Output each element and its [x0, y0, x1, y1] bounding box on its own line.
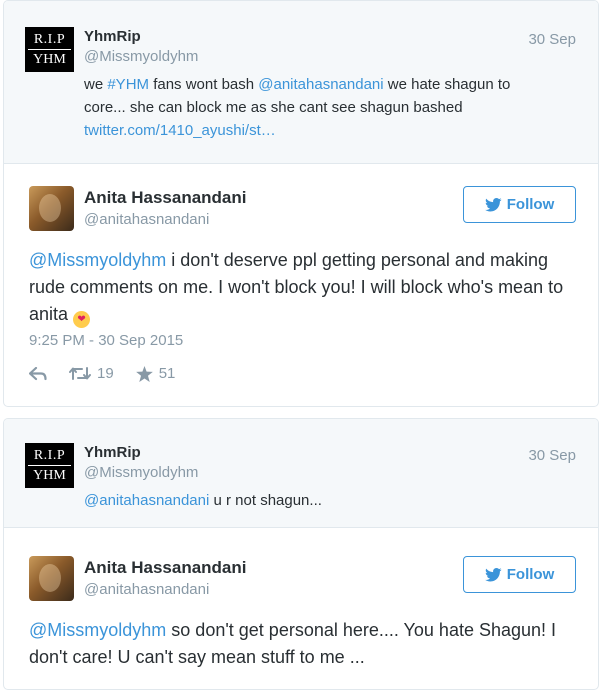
twitter-bird-icon	[484, 197, 502, 211]
avatar[interactable]	[29, 186, 74, 231]
parent-tweet: R.I.P YHM YhmRip @Missmyoldyhm 30 Sep we…	[4, 1, 598, 164]
embedded-tweet-card-1: R.I.P YHM YhmRip @Missmyoldyhm 30 Sep we…	[3, 0, 599, 407]
reply-button[interactable]	[29, 366, 47, 381]
hashtag-link[interactable]: #YHM	[107, 76, 149, 93]
avatar[interactable]: R.I.P YHM	[25, 443, 74, 488]
retweet-count: 19	[97, 365, 114, 382]
mention-link[interactable]: @anitahasnandani	[258, 76, 383, 93]
avatar[interactable]: R.I.P YHM	[25, 27, 74, 72]
tweet-text: we #YHM fans wont bash @anitahasnandani …	[84, 76, 511, 139]
follow-label: Follow	[506, 566, 555, 583]
tweet-actions: 19 51	[29, 365, 197, 382]
mention-link[interactable]: @Missmyoldyhm	[29, 620, 166, 640]
like-button[interactable]: 51	[135, 365, 176, 382]
tweet-date[interactable]: 30 Sep	[528, 31, 576, 48]
follow-label: Follow	[506, 196, 555, 213]
tweet-text: @anitahasnandani u r not shagun...	[84, 492, 322, 509]
parent-tweet: R.I.P YHM YhmRip @Missmyoldyhm 30 Sep @a…	[4, 419, 598, 528]
author-handle[interactable]: @Missmyoldyhm	[84, 464, 198, 481]
reply-icon	[29, 366, 47, 380]
author-name[interactable]: YhmRip	[84, 444, 141, 461]
like-count: 51	[158, 365, 176, 382]
kiss-emoji-icon: ❤	[73, 311, 91, 328]
tweet-date[interactable]: 30 Sep	[528, 447, 576, 464]
avatar[interactable]	[29, 556, 74, 601]
follow-button[interactable]: Follow	[463, 186, 576, 223]
retweet-button[interactable]: 19	[69, 365, 114, 382]
author-handle[interactable]: @anitahasnandani	[84, 581, 209, 598]
mention-link[interactable]: @anitahasnandani	[84, 492, 209, 509]
twitter-bird-icon	[484, 567, 502, 581]
tweet-text: @Missmyoldyhm so don't get personal here…	[29, 620, 557, 667]
url-link[interactable]: twitter.com/1410_ayushi/st…	[84, 122, 276, 139]
tweet-timestamp[interactable]: 9:25 PM - 30 Sep 2015	[29, 332, 183, 349]
star-icon	[135, 365, 153, 382]
author-name[interactable]: Anita Hassanandani	[84, 558, 247, 578]
retweet-icon	[69, 367, 91, 380]
author-handle[interactable]: @anitahasnandani	[84, 211, 209, 228]
author-name[interactable]: YhmRip	[84, 28, 141, 45]
embedded-tweet-card-2: R.I.P YHM YhmRip @Missmyoldyhm 30 Sep @a…	[3, 418, 599, 690]
author-handle[interactable]: @Missmyoldyhm	[84, 48, 198, 65]
tweet-text: @Missmyoldyhm i don't deserve ppl gettin…	[29, 247, 569, 328]
mention-link[interactable]: @Missmyoldyhm	[29, 250, 166, 270]
follow-button[interactable]: Follow	[463, 556, 576, 593]
author-name[interactable]: Anita Hassanandani	[84, 188, 247, 208]
